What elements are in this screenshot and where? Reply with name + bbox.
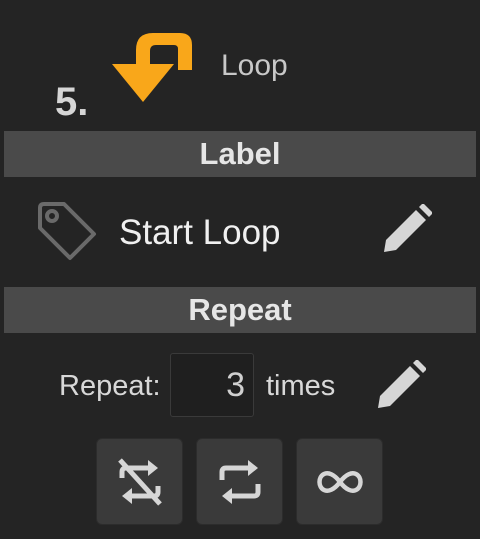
- repeat-button[interactable]: [196, 438, 283, 525]
- no-repeat-button[interactable]: [96, 438, 183, 525]
- repeat-icon: [219, 460, 261, 504]
- repeat-mode-buttons: [0, 438, 480, 526]
- repeat-prefix-label: Repeat:: [59, 370, 161, 402]
- repeat-section-header: Repeat: [4, 287, 476, 333]
- repeat-row: Repeat: times: [0, 350, 480, 422]
- label-section-header: Label: [4, 131, 476, 177]
- infinite-repeat-button[interactable]: [296, 438, 383, 525]
- step-header: 5. Loop: [0, 0, 480, 130]
- infinity-icon: [317, 471, 363, 493]
- pencil-icon[interactable]: [374, 360, 426, 412]
- repeat-suffix-label: times: [266, 370, 336, 402]
- label-row: Start Loop: [0, 190, 480, 274]
- repeat-count-input[interactable]: [170, 353, 254, 417]
- step-title: Loop: [221, 49, 288, 82]
- loop-arrow-icon: [112, 33, 192, 102]
- repeat-off-icon: [118, 458, 162, 506]
- pencil-icon[interactable]: [380, 204, 432, 256]
- loop-label-text: Start Loop: [119, 213, 281, 252]
- tag-icon: [38, 202, 96, 260]
- step-number: 5.: [55, 80, 89, 124]
